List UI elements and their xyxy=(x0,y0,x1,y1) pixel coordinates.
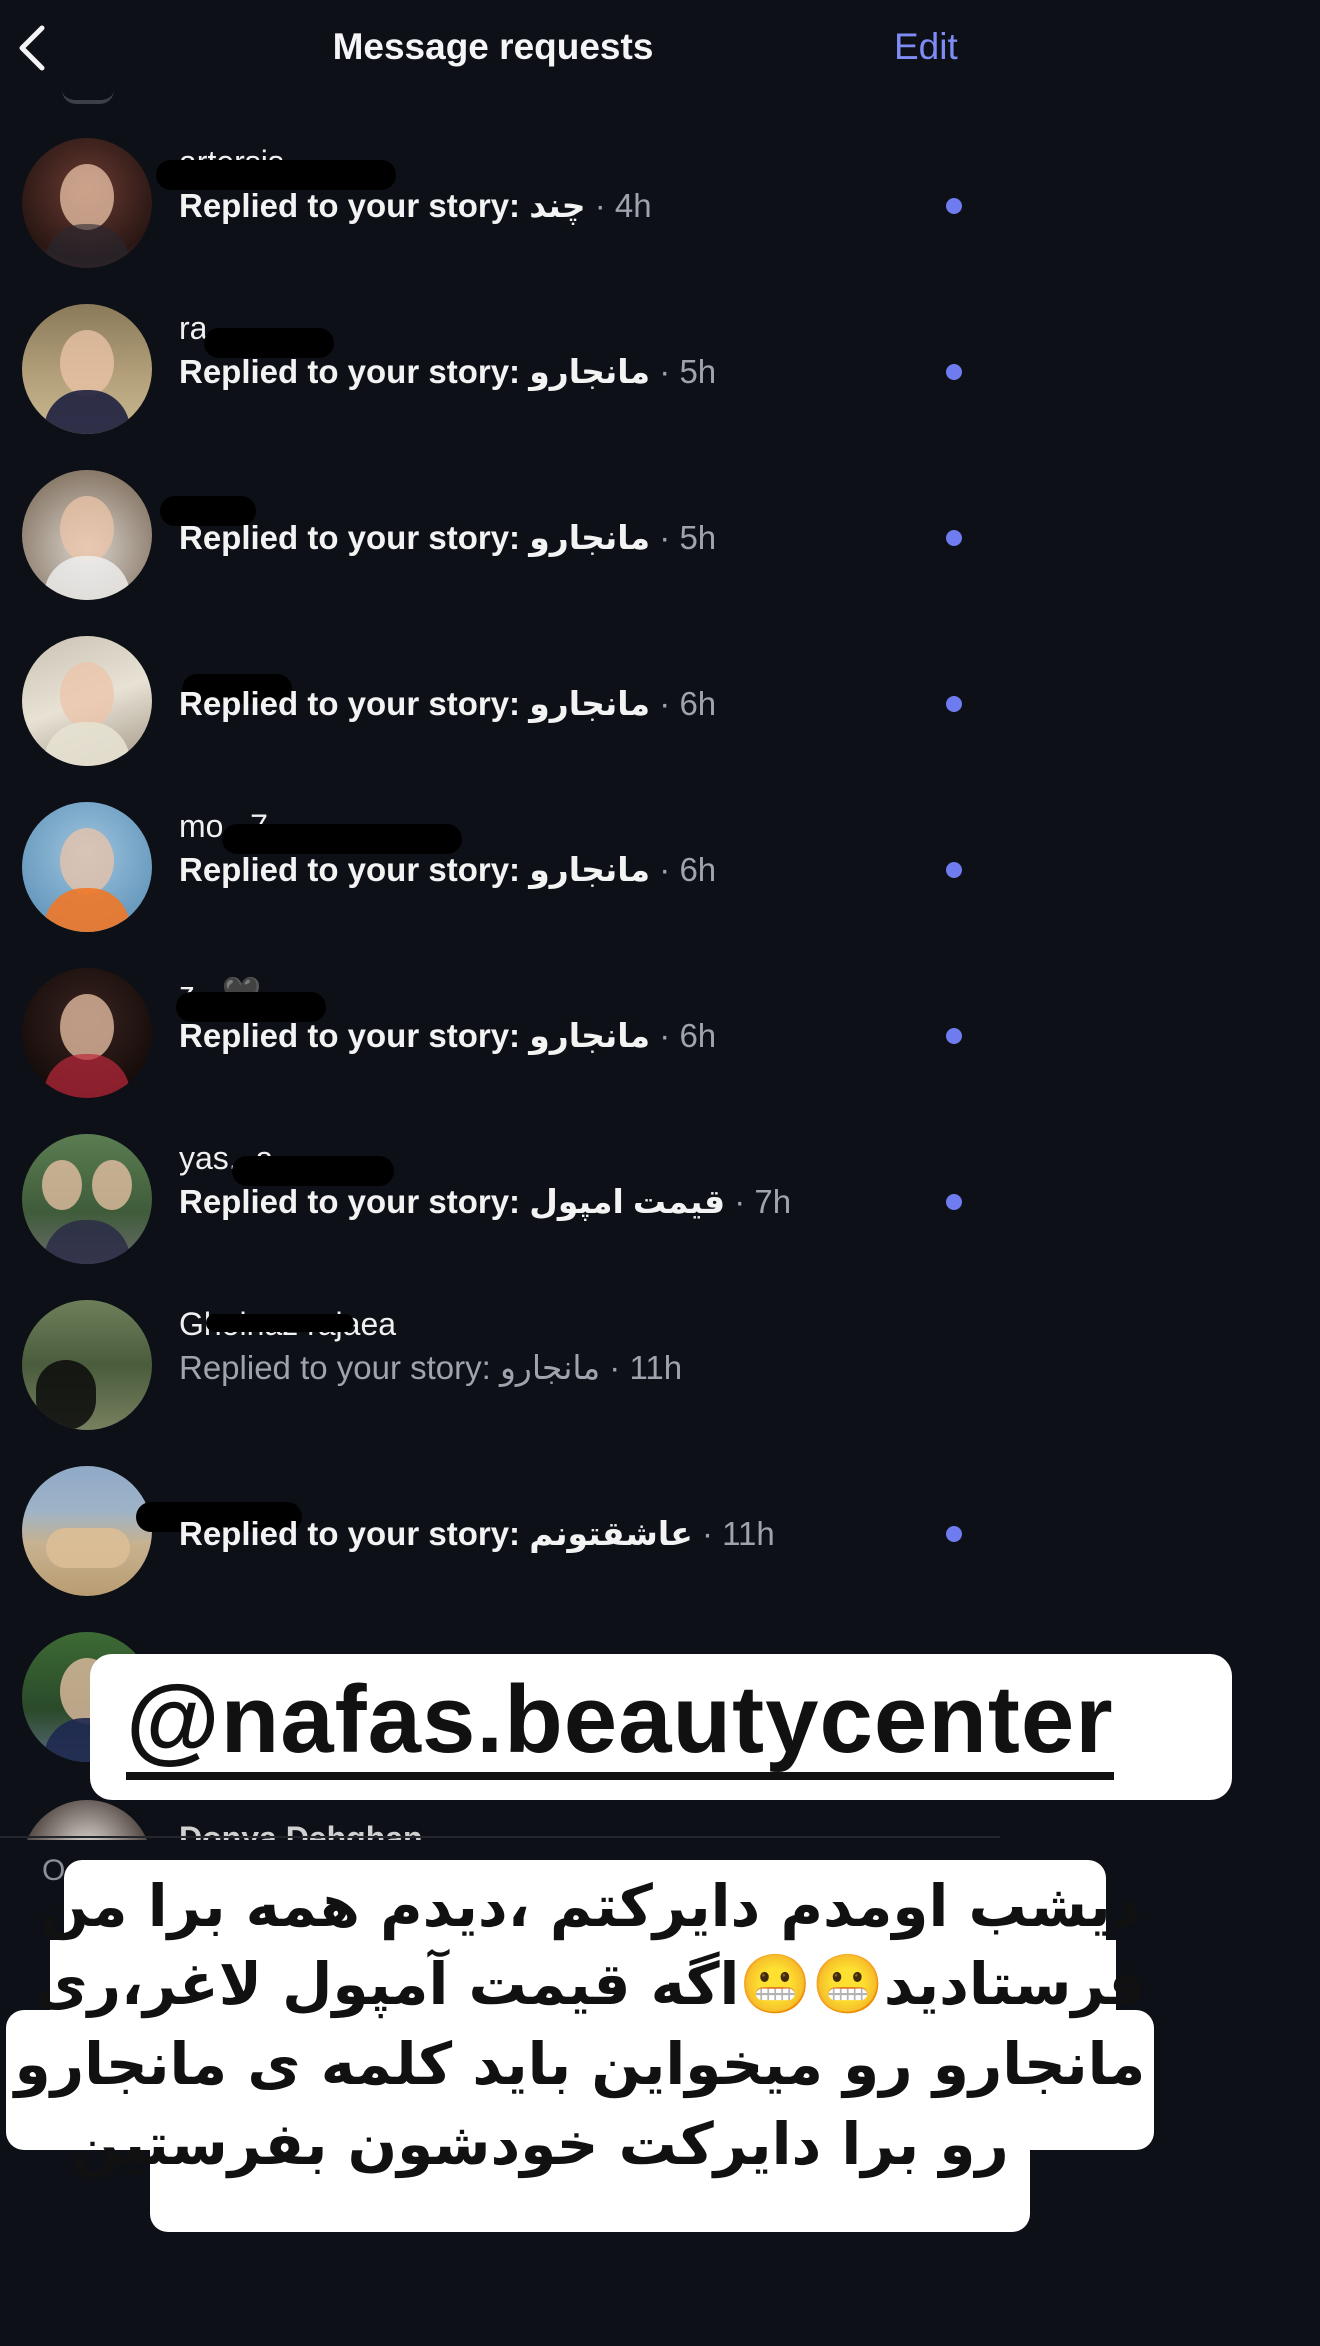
caption-line: دیشب اومدم دایرکتم ،دیدم همه برا من xyxy=(39,1872,1141,1940)
caption-line: فرستادید😬😬اگه قیمت آمپول لاغر،ری xyxy=(34,1950,1146,2018)
caption-line: مانجارو رو میخواین باید کلمه ی مانجارو xyxy=(14,2030,1146,2098)
caption-line: رو برا دایرکت خودشون بفرستین xyxy=(71,2110,1009,2178)
story-caption: دیشب اومدم دایرکتم ،دیدم همه برا من فرست… xyxy=(0,0,1320,2346)
